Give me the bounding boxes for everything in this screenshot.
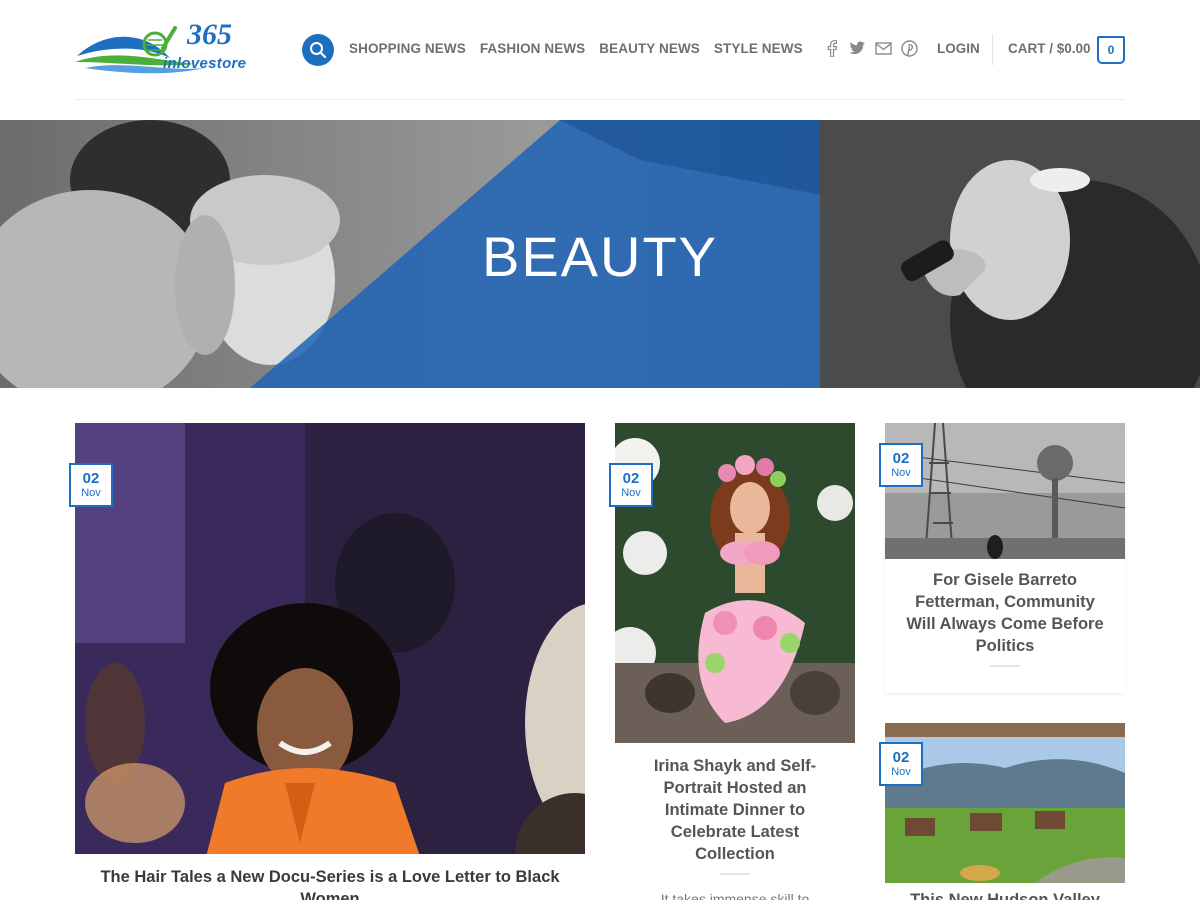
post-date-month: Nov bbox=[891, 467, 911, 479]
search-icon bbox=[310, 42, 327, 59]
site-header: 365 inlovestore SHOPPING NEWS FASHION NE… bbox=[0, 0, 1200, 100]
search-button[interactable] bbox=[302, 34, 334, 66]
post-title[interactable]: This New Hudson Valley bbox=[905, 889, 1105, 900]
pinterest-icon[interactable] bbox=[901, 40, 918, 57]
nav-item-style-news[interactable]: STYLE NEWS bbox=[714, 41, 803, 56]
social-links bbox=[823, 40, 918, 57]
post-card-body: For Gisele Barreto Fetterman, Community … bbox=[885, 559, 1125, 693]
post-card-body: The Hair Tales a New Docu-Series is a Lo… bbox=[75, 854, 585, 900]
category-banner: BEAUTY bbox=[0, 120, 1200, 388]
post-card[interactable]: The Hair Tales a New Docu-Series is a Lo… bbox=[75, 423, 585, 900]
title-separator bbox=[990, 665, 1020, 667]
post-date-day: 02 bbox=[82, 470, 100, 487]
post-card-body: Irina Shayk and Self-Portrait Hosted an … bbox=[615, 743, 855, 900]
post-date-badge: 02 Nov bbox=[69, 463, 113, 507]
cart-count-badge[interactable]: 0 bbox=[1097, 36, 1125, 64]
post-date-badge: 02 Nov bbox=[609, 463, 653, 507]
post-excerpt: It takes immense skill to bbox=[660, 891, 810, 900]
header-divider-line bbox=[75, 99, 1125, 100]
post-title[interactable]: The Hair Tales a New Docu-Series is a Lo… bbox=[95, 866, 565, 900]
cart-link[interactable]: CART / $0.00 bbox=[1008, 41, 1091, 56]
site-logo[interactable]: 365 inlovestore bbox=[75, 18, 275, 78]
banner-title: BEAUTY bbox=[481, 225, 719, 288]
post-date-day: 02 bbox=[622, 470, 640, 487]
login-link[interactable]: LOGIN bbox=[937, 41, 980, 56]
post-date-month: Nov bbox=[891, 766, 911, 778]
main-nav: SHOPPING NEWS FASHION NEWS BEAUTY NEWS S… bbox=[349, 41, 803, 56]
post-date-day: 02 bbox=[892, 450, 910, 467]
post-title[interactable]: Irina Shayk and Self-Portrait Hosted an … bbox=[635, 755, 835, 865]
post-date-badge: 02 Nov bbox=[879, 742, 923, 786]
facebook-icon[interactable] bbox=[823, 40, 840, 57]
post-date-badge: 02 Nov bbox=[879, 443, 923, 487]
post-date-month: Nov bbox=[621, 487, 641, 499]
envelope-icon[interactable] bbox=[875, 40, 892, 57]
nav-item-beauty-news[interactable]: BEAUTY NEWS bbox=[599, 41, 700, 56]
logo-text-top: 365 bbox=[187, 18, 232, 51]
twitter-icon[interactable] bbox=[849, 40, 866, 57]
title-separator bbox=[720, 873, 750, 875]
logo-text-bottom: inlovestore bbox=[163, 55, 247, 72]
nav-item-shopping-news[interactable]: SHOPPING NEWS bbox=[349, 41, 466, 56]
post-date-month: Nov bbox=[81, 487, 101, 499]
header-divider bbox=[992, 34, 993, 65]
nav-item-fashion-news[interactable]: FASHION NEWS bbox=[480, 41, 585, 56]
post-title[interactable]: For Gisele Barreto Fetterman, Community … bbox=[905, 569, 1105, 657]
post-card-body: This New Hudson Valley bbox=[885, 883, 1125, 900]
post-date-day: 02 bbox=[892, 749, 910, 766]
post-image bbox=[75, 423, 585, 900]
